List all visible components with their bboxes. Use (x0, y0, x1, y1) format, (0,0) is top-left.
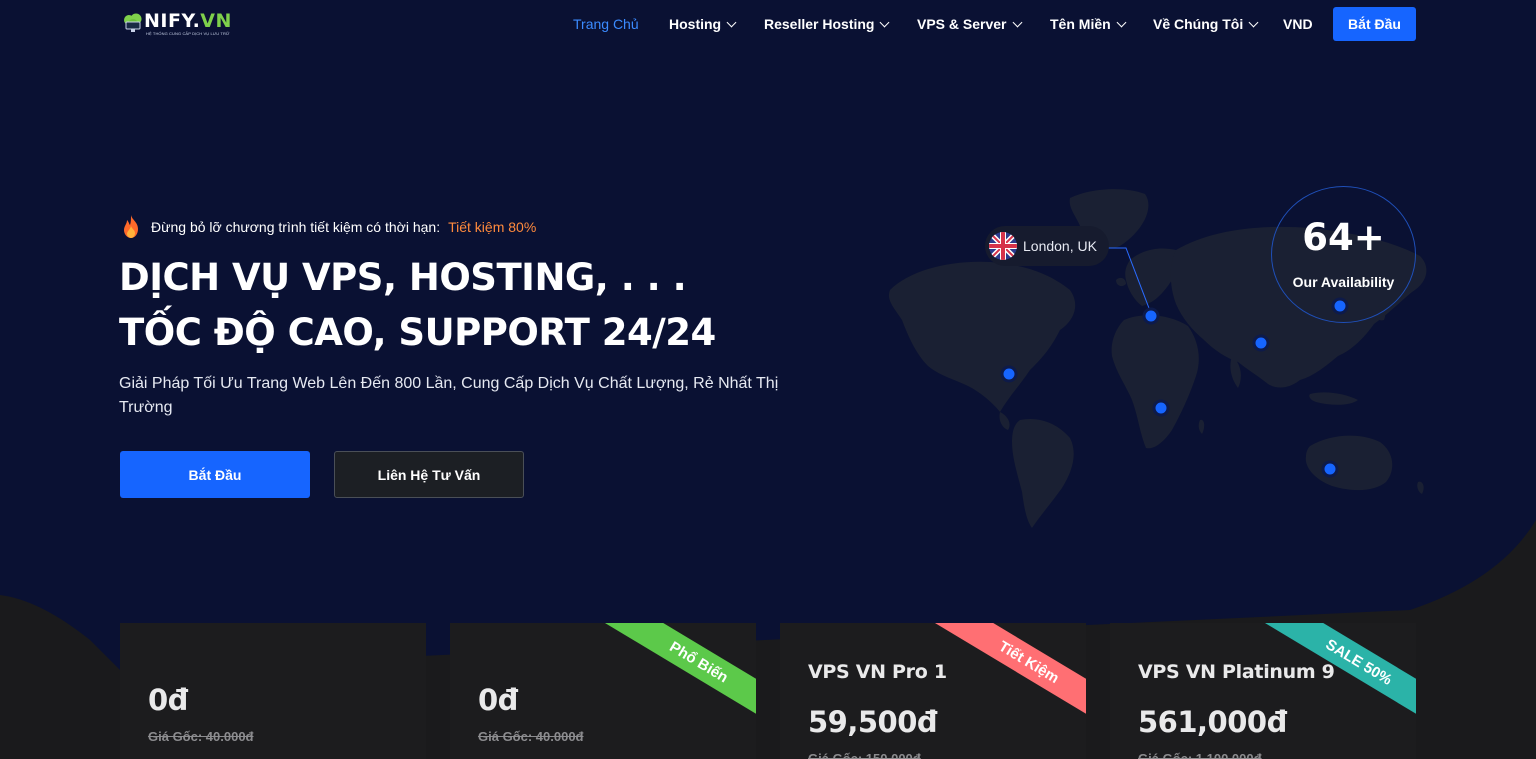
fire-icon (124, 215, 138, 238)
chevron-down-icon (1248, 17, 1259, 27)
plan-price: 561,000đ (1138, 705, 1287, 739)
nav-about-label: Về Chúng Tôi (1153, 16, 1244, 32)
location-label: London, UK (1023, 238, 1097, 254)
plan-original-price: Giá Gốc: 150.000đ (808, 751, 921, 759)
availability-label: Our Availability (1292, 274, 1395, 290)
nav-start-button[interactable]: Bắt Đầu (1333, 7, 1416, 41)
plan-name: VPS VN Pro 1 (808, 661, 947, 683)
top-nav: NIFY.VN HỆ THỐNG CUNG CẤP DỊCH VỤ LƯU TR… (0, 0, 1536, 48)
london-location-badge: London, UK (985, 226, 1109, 266)
nav-reseller-label: Reseller Hosting (764, 16, 875, 32)
plan-card[interactable]: Phổ Biến 0đ Giá Gốc: 40.000đ (450, 623, 756, 759)
logo-tagline: HỆ THỐNG CUNG CẤP DỊCH VỤ LƯU TRỮ (146, 31, 230, 36)
chevron-down-icon (1116, 17, 1127, 27)
logo-tree-icon (124, 13, 142, 32)
hero-title: DỊCH VỤ VPS, HOSTING, . . . TỐC ĐỘ CAO, … (119, 250, 716, 360)
plan-card[interactable]: 0đ Giá Gốc: 40.000đ (120, 623, 426, 759)
nav-vps-label: VPS & Server (917, 16, 1007, 32)
chevron-down-icon (880, 17, 890, 27)
site-logo[interactable]: NIFY.VN HỆ THỐNG CUNG CẤP DỊCH VỤ LƯU TR… (120, 8, 235, 40)
start-button[interactable]: Bắt Đầu (120, 451, 310, 498)
nav-hosting-label: Hosting (669, 16, 722, 32)
nav-currency-label: VND (1283, 16, 1313, 32)
hero-title-line2: TỐC ĐỘ CAO, SUPPORT 24/24 (119, 311, 716, 354)
uk-flag-icon (989, 232, 1017, 260)
nav-currency[interactable]: VND (1283, 16, 1313, 32)
chevron-down-icon (726, 17, 737, 27)
promo-highlight: Tiết kiệm 80% (448, 219, 537, 235)
nav-vps-server[interactable]: VPS & Server (917, 16, 1022, 32)
nav-home-label: Trang Chủ (573, 16, 639, 32)
chevron-down-icon (1012, 17, 1022, 27)
promo-text: Đừng bỏ lỡ chương trình tiết kiệm có thờ… (151, 219, 441, 235)
nav-home[interactable]: Trang Chủ (573, 16, 639, 32)
hero-title-line1: DỊCH VỤ VPS, HOSTING, . . . (119, 256, 687, 299)
plan-name: VPS VN Platinum 9 (1138, 661, 1335, 683)
plan-original-price: Giá Gốc: 1.100.000đ (1138, 751, 1262, 759)
plan-ribbon: Phổ Biến (592, 623, 756, 735)
plan-price: 59,500đ (808, 705, 938, 739)
plan-card[interactable]: Tiết Kiệm VPS VN Pro 1 59,500đ Giá Gốc: … (780, 623, 1086, 759)
hero-subtitle: Giải Pháp Tối Ưu Trang Web Lên Đến 800 L… (119, 375, 779, 416)
promo-banner: Đừng bỏ lỡ chương trình tiết kiệm có thờ… (119, 214, 536, 240)
logo-wordmark: NIFY.VN (144, 10, 232, 32)
availability-value: 64+ (1302, 216, 1385, 259)
logo-ext-text: VN (200, 10, 232, 32)
nav-domain-label: Tên Miền (1050, 16, 1111, 32)
plan-price: 0đ (478, 683, 518, 717)
nav-about[interactable]: Về Chúng Tôi (1153, 16, 1259, 32)
nav-hosting[interactable]: Hosting (669, 16, 737, 32)
plan-original-price: Giá Gốc: 40.000đ (148, 729, 254, 744)
contact-button[interactable]: Liên Hệ Tư Vấn (334, 451, 524, 498)
nav-domain[interactable]: Tên Miền (1050, 16, 1127, 32)
plan-original-price: Giá Gốc: 40.000đ (478, 729, 584, 744)
plan-card[interactable]: SALE 50% VPS VN Platinum 9 561,000đ Giá … (1110, 623, 1416, 759)
plan-price: 0đ (148, 683, 188, 717)
plan-ribbon: Tiết Kiệm (922, 623, 1086, 735)
logo-main-text: NIFY. (144, 10, 201, 32)
nav-reseller-hosting[interactable]: Reseller Hosting (764, 16, 890, 32)
